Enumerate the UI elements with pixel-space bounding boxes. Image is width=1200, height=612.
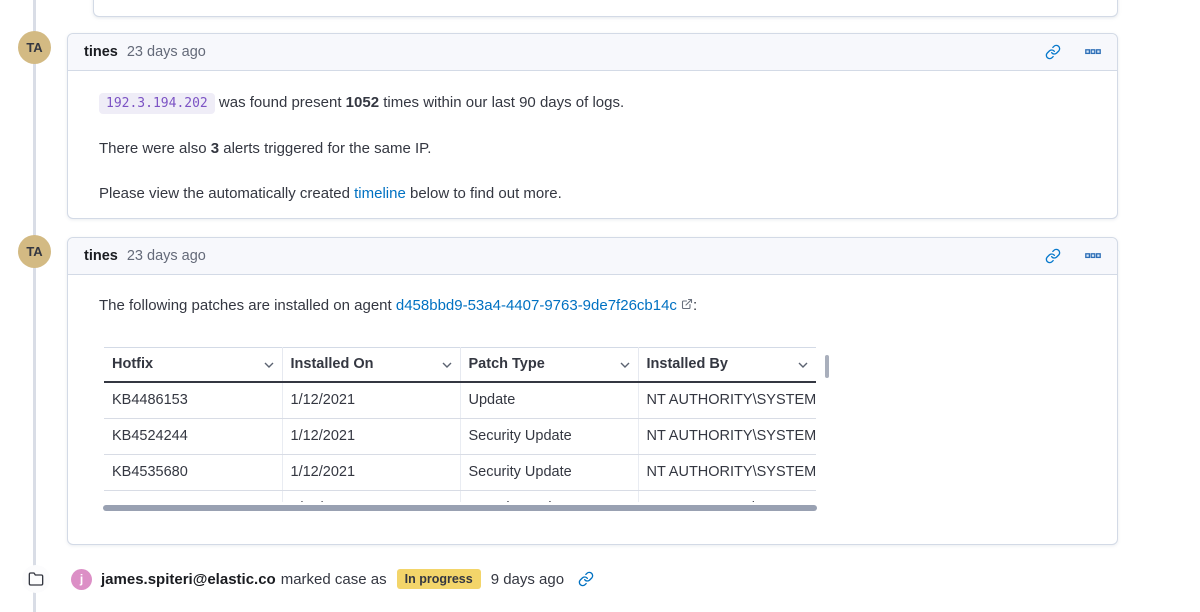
activity-timestamp: 9 days ago <box>491 571 564 588</box>
vertical-scrollbar[interactable] <box>825 355 829 378</box>
cell-installed-by: NT AUTHORITY\SYSTEM <box>638 382 816 419</box>
cell-patch-type: Security Update <box>460 455 638 491</box>
copy-link-icon[interactable] <box>1045 248 1061 264</box>
text: Please view the automatically created <box>99 185 354 202</box>
chevron-down-icon <box>620 362 630 368</box>
cell-installed-by: NT AUTHORITY\SYSTEM <box>638 419 816 455</box>
cell-installed-on: 1/12/2021 <box>282 491 460 503</box>
cell-patch-type: Update <box>460 382 638 419</box>
copy-link-icon[interactable] <box>578 571 594 587</box>
avatar-tines: TA <box>18 235 51 268</box>
cell-hotfix: KB4562562 <box>104 491 282 503</box>
patches-table: Hotfix Installed On Patch Type Installed… <box>104 347 816 502</box>
chevron-down-icon <box>798 362 808 368</box>
chevron-down-icon <box>442 362 452 368</box>
table-header-row: Hotfix Installed On Patch Type Installed… <box>104 348 816 383</box>
paragraph-ip-count: 192.3.194.202 was found present 1052 tim… <box>99 92 1086 114</box>
case-timeline-line <box>33 0 36 612</box>
avatar-user: j <box>71 569 92 590</box>
bold-count: 1052 <box>346 94 379 111</box>
text: alerts triggered for the same IP. <box>219 140 431 157</box>
more-actions-icon[interactable] <box>1085 253 1101 259</box>
table-row: KB4562562 1/12/2021 Security Update NT A… <box>104 491 816 503</box>
cell-installed-on: 1/12/2021 <box>282 382 460 419</box>
cell-patch-type: Security Update <box>460 491 638 503</box>
comment-card-patches: tines 23 days ago The following patches … <box>67 237 1118 545</box>
text: was found present <box>215 94 346 111</box>
patches-table-viewport: Hotfix Installed On Patch Type Installed… <box>104 347 816 502</box>
bold-count: 3 <box>211 140 219 157</box>
avatar-tines: TA <box>18 31 51 64</box>
external-link-icon <box>681 295 693 316</box>
comment-timestamp: 23 days ago <box>127 248 206 264</box>
column-label: Installed On <box>291 354 374 375</box>
folder-icon <box>22 565 50 593</box>
chevron-down-icon <box>264 362 274 368</box>
previous-comment-card-remnant <box>93 0 1118 17</box>
text: below to find out more. <box>406 185 562 202</box>
copy-link-icon[interactable] <box>1045 44 1061 60</box>
status-badge: In progress <box>397 569 481 589</box>
more-actions-icon[interactable] <box>1085 49 1101 55</box>
table-row: KB4524244 1/12/2021 Security Update NT A… <box>104 419 816 455</box>
column-header-installed-on[interactable]: Installed On <box>282 348 460 383</box>
paragraph-timeline: Please view the automatically created ti… <box>99 183 1086 204</box>
horizontal-scrollbar[interactable] <box>103 505 817 511</box>
text: times within our last 90 days of logs. <box>379 94 624 111</box>
agent-id-link[interactable]: d458bbd9-53a4-4407-9763-9de7f26cb14c <box>396 297 677 314</box>
comment-author: tines <box>84 248 118 264</box>
text: The following patches are installed on a… <box>99 297 396 314</box>
comment-timestamp: 23 days ago <box>127 44 206 60</box>
timeline-link[interactable]: timeline <box>354 185 406 202</box>
comment-header: tines 23 days ago <box>68 238 1117 275</box>
cell-installed-on: 1/12/2021 <box>282 455 460 491</box>
column-header-hotfix[interactable]: Hotfix <box>104 348 282 383</box>
cell-installed-on: 1/12/2021 <box>282 419 460 455</box>
paragraph-alerts: There were also 3 alerts triggered for t… <box>99 138 1086 159</box>
column-header-installed-by[interactable]: Installed By <box>638 348 816 383</box>
cell-installed-by: NT AUTHORITY\SYSTEM <box>638 491 816 503</box>
case-status-activity: j james.spiteri@elastic.co marked case a… <box>22 565 594 593</box>
comment-author: tines <box>84 44 118 60</box>
column-label: Installed By <box>647 354 728 375</box>
ip-address-chip: 192.3.194.202 <box>99 93 215 114</box>
table-row: KB4535680 1/12/2021 Security Update NT A… <box>104 455 816 491</box>
comment-body: The following patches are installed on a… <box>68 275 1117 511</box>
cell-patch-type: Security Update <box>460 419 638 455</box>
text: : <box>693 297 697 314</box>
comment-header: tines 23 days ago <box>68 34 1117 71</box>
column-header-patch-type[interactable]: Patch Type <box>460 348 638 383</box>
cell-hotfix: KB4486153 <box>104 382 282 419</box>
cell-installed-by: NT AUTHORITY\SYSTEM <box>638 455 816 491</box>
comment-card-ip-summary: tines 23 days ago 192.3.194.202 was foun… <box>67 33 1118 219</box>
text: There were also <box>99 140 211 157</box>
column-label: Patch Type <box>469 354 545 375</box>
comment-body: 192.3.194.202 was found present 1052 tim… <box>68 71 1117 225</box>
column-label: Hotfix <box>112 354 153 375</box>
activity-action-text: marked case as <box>281 571 387 588</box>
cell-hotfix: KB4535680 <box>104 455 282 491</box>
table-row: KB4486153 1/12/2021 Update NT AUTHORITY\… <box>104 382 816 419</box>
activity-user-email: james.spiteri@elastic.co <box>101 571 276 588</box>
paragraph-agent: The following patches are installed on a… <box>99 295 1086 316</box>
cell-hotfix: KB4524244 <box>104 419 282 455</box>
